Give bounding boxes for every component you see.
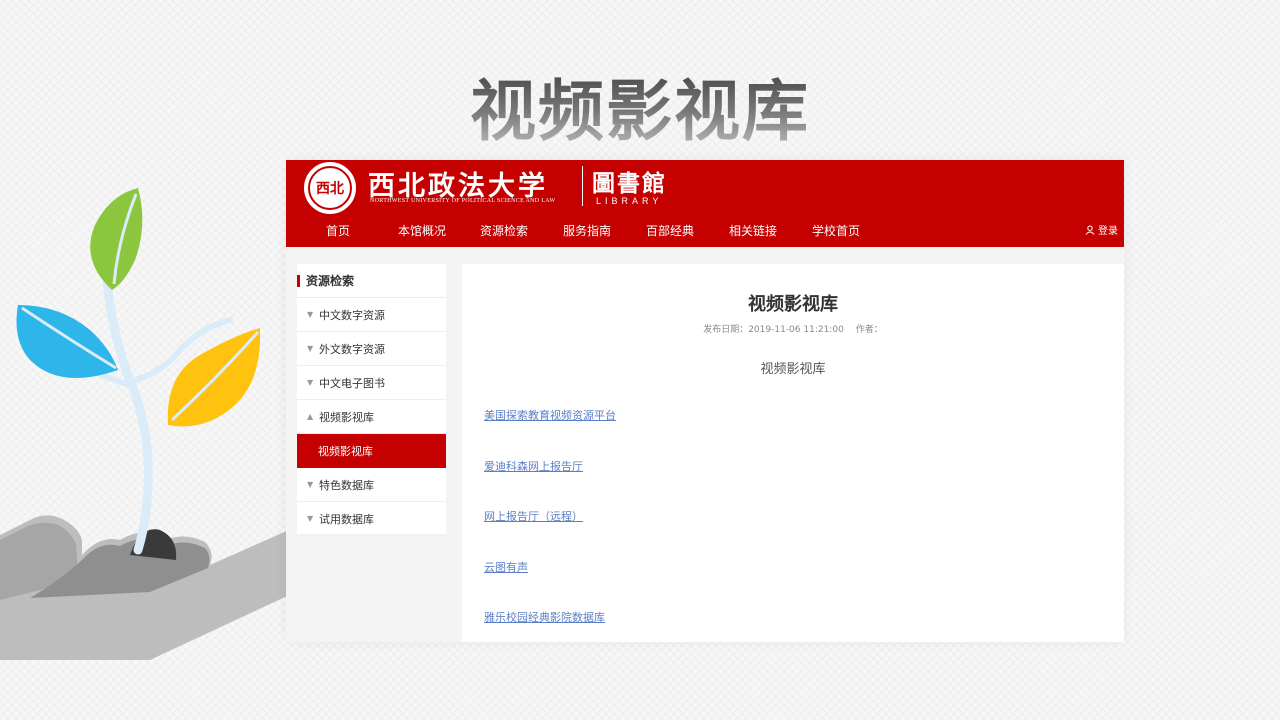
sidebar: 资源检索 ▼ 中文数字资源 ▼ 外文数字资源 ▼ 中文电子图书 ▲ 视频影视库 … [297,264,446,536]
university-name-en: NORTHWEST UNIVERSITY OF POLITICAL SCIENC… [370,198,556,204]
article-content: 视频影视库 发布日期：2019-11-06 11:21:00 作者： 视频影视库 … [462,264,1124,642]
main-nav: 首页 本馆概况 资源检索 服务指南 百部经典 相关链接 学校首页 [286,222,1124,244]
nav-item-links[interactable]: 相关链接 [729,222,777,239]
sidebar-item-label: 试用数据库 [319,512,374,526]
date-label: 发布日期： [703,325,749,335]
sidebar-item-chinese-ebooks[interactable]: ▼ 中文电子图书 [297,366,446,400]
sidebar-item-special-databases[interactable]: ▼ 特色数据库 [297,468,446,502]
sidebar-title: 资源检索 [297,264,446,298]
website-screenshot: 西北 西北政法大学 NORTHWEST UNIVERSITY OF POLITI… [286,160,1124,642]
sidebar-item-label: 视频影视库 [318,445,373,458]
nav-item-about[interactable]: 本馆概况 [398,222,446,239]
sidebar-item-foreign-digital[interactable]: ▼ 外文数字资源 [297,332,446,366]
plant-illustration [0,188,300,660]
triangle-down-icon: ▼ [307,344,314,353]
author-label: 作者： [855,325,883,335]
triangle-down-icon: ▼ [307,514,314,523]
university-seal-logo[interactable]: 西北 [304,162,356,214]
triangle-down-icon: ▼ [307,378,314,387]
nav-item-resources[interactable]: 资源检索 [480,222,528,239]
nav-item-school-home[interactable]: 学校首页 [812,222,860,239]
resource-link[interactable]: 网上报告厅（远程） [484,508,583,524]
sidebar-item-chinese-digital[interactable]: ▼ 中文数字资源 [297,298,446,332]
slide-title: 视频影视库 [0,58,1280,154]
logo-divider [582,166,583,206]
resource-link[interactable]: 云图有声 [484,559,528,575]
site-header: 西北 西北政法大学 NORTHWEST UNIVERSITY OF POLITI… [286,160,1124,247]
sidebar-item-label: 外文数字资源 [319,342,385,356]
sidebar-item-trial-databases[interactable]: ▼ 试用数据库 [297,502,446,536]
sidebar-item-label: 中文电子图书 [319,376,385,390]
publish-date: 2019-11-06 11:21:00 [748,325,844,335]
login-label: 登录 [1098,226,1118,237]
article-subtitle: 视频影视库 [760,362,826,377]
sidebar-item-label: 特色数据库 [319,478,374,492]
triangle-down-icon: ▼ [307,480,314,489]
sidebar-item-label: 中文数字资源 [319,308,385,322]
library-name: 圖書館 [592,170,667,197]
resource-link[interactable]: 爱迪科森网上报告厅 [484,458,583,474]
sidebar-subitem-video-library[interactable]: 视频影视库 [297,434,446,468]
resource-link[interactable]: 雅乐校园经典影院数据库 [484,609,605,625]
nav-item-home[interactable]: 首页 [326,222,350,239]
article-title: 视频影视库 [748,294,838,315]
resource-link[interactable]: 美国探索教育视频资源平台 [484,407,616,423]
user-icon [1085,225,1095,235]
article-meta: 发布日期：2019-11-06 11:21:00 作者： [462,322,1124,335]
login-link[interactable]: 登录 [1085,222,1118,237]
sidebar-item-video-library[interactable]: ▲ 视频影视库 [297,400,446,434]
nav-item-services[interactable]: 服务指南 [563,222,611,239]
triangle-down-icon: ▼ [307,310,314,319]
sidebar-item-label: 视频影视库 [319,410,374,424]
triangle-up-icon: ▲ [307,412,314,421]
nav-item-classics[interactable]: 百部经典 [646,222,694,239]
library-name-en: LIBRARY [596,196,663,206]
